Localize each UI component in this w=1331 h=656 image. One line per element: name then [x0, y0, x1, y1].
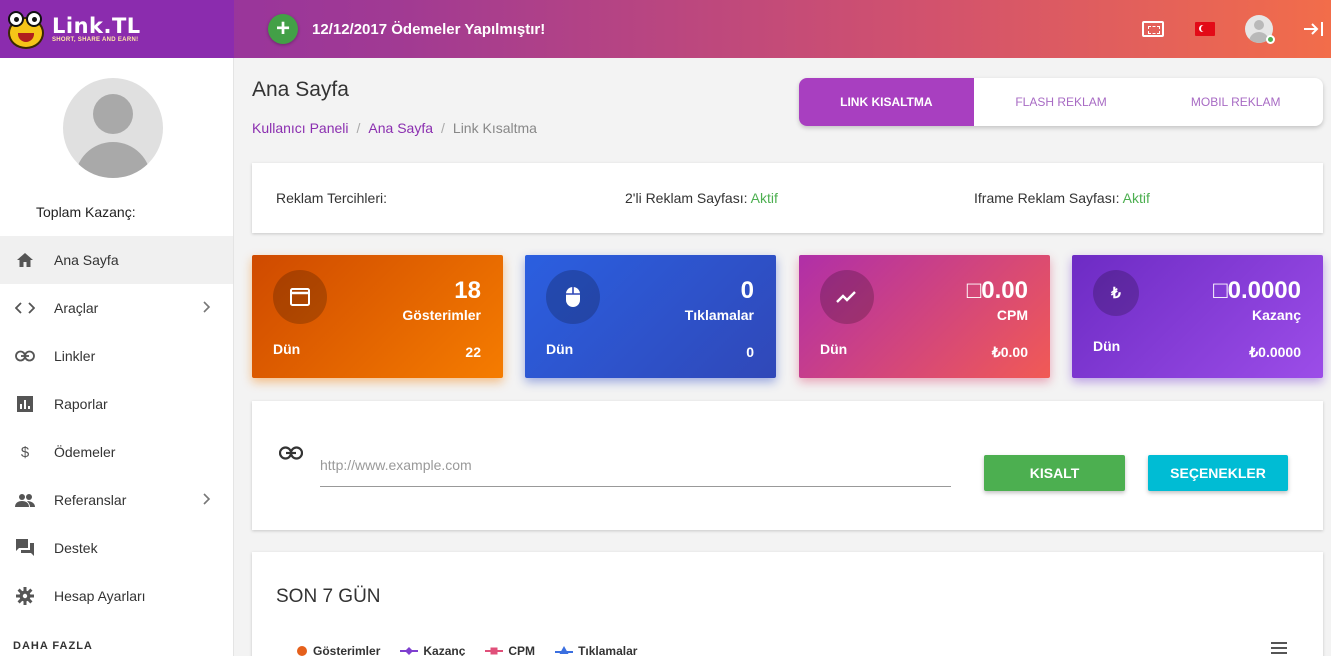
sidebar-item-destek[interactable]: Destek [0, 524, 233, 572]
window-icon [273, 270, 327, 324]
dollar-icon: $ [20, 443, 30, 461]
stat-card-impressions: 18 Gösterimler Dün 22 [252, 255, 503, 378]
sidebar-item-raporlar[interactable]: Raporlar [0, 380, 233, 428]
main-content: Ana Sayfa Kullanıcı Paneli / Ana Sayfa / Lin… [234, 58, 1331, 656]
chart-menu-icon[interactable] [1271, 642, 1287, 654]
stat-yesterday-label: Dün [273, 341, 301, 357]
stat-yesterday-value: 0 [746, 344, 754, 360]
diamond-marker-icon [400, 647, 419, 655]
mouse-icon [546, 270, 600, 324]
link-shorten-card: KISALT SEÇENEKLER [252, 401, 1323, 530]
people-icon [15, 490, 35, 510]
stat-label: Tıklamalar [684, 307, 754, 323]
stat-card-clicks: 0 Tıklamalar Dün 0 [525, 255, 776, 378]
sidebar-item-label: Destek [54, 540, 98, 556]
stat-label: CPM [996, 307, 1028, 323]
stat-value: □0.00 [966, 277, 1028, 304]
chevron-right-icon [203, 300, 211, 316]
tab-flash-reklam[interactable]: FLASH REKLAM [974, 78, 1149, 126]
sidebar-item-odemeler[interactable]: $ Ödemeler [0, 428, 233, 476]
page-title: Ana Sayfa [252, 78, 349, 101]
breadcrumb-current: Link Kısaltma [452, 120, 537, 136]
link-icon [15, 346, 35, 366]
code-icon [15, 298, 35, 318]
sidebar-item-label: Raporlar [54, 396, 108, 412]
stat-yesterday-value: ₺0.00 [991, 344, 1028, 360]
breadcrumb-panel[interactable]: Kullanıcı Paneli [252, 120, 349, 136]
forum-icon [15, 538, 35, 558]
tab-mobil-reklam[interactable]: MOBIL REKLAM [1148, 78, 1323, 126]
url-input[interactable] [320, 447, 951, 487]
sidebar-item-label: Hesap Ayarları [54, 588, 146, 604]
iframe-ad-status: Iframe Reklam Sayfası: Aktif [974, 190, 1150, 206]
sidebar-item-hesap-ayarlari[interactable]: Hesap Ayarları [0, 572, 233, 620]
sidebar: Toplam Kazanç: Ana Sayfa Araçlar Linkler… [0, 58, 234, 656]
trending-icon [820, 270, 874, 324]
home-icon [15, 250, 35, 270]
profile-avatar[interactable] [63, 78, 163, 178]
sidebar-nav: Ana Sayfa Araçlar Linkler Raporlar $ Öde… [0, 236, 233, 620]
stat-value: □0.0000 [1213, 277, 1301, 304]
turkey-flag-icon[interactable] [1195, 22, 1215, 36]
sidebar-item-label: Referanslar [54, 492, 127, 508]
sidebar-item-label: Araçlar [54, 300, 99, 316]
online-status-dot [1266, 35, 1275, 44]
bar-chart-icon [15, 394, 35, 414]
chart-title: SON 7 GÜN [276, 586, 381, 607]
gear-icon [15, 586, 35, 606]
square-marker-icon [485, 647, 504, 655]
stat-yesterday-value: 22 [465, 344, 481, 360]
ad-type-tabs: LINK KISALTMA FLASH REKLAM MOBIL REKLAM [799, 78, 1323, 126]
logout-icon[interactable] [1303, 21, 1325, 37]
stat-value: 18 [454, 277, 481, 304]
brand-tagline: SHORT, SHARE AND EARN! [52, 37, 139, 43]
stat-card-cpm: □0.00 CPM Dün ₺0.00 [799, 255, 1050, 378]
stat-yesterday-label: Dün [1093, 338, 1121, 354]
options-button[interactable]: SEÇENEKLER [1148, 455, 1288, 491]
stat-label: Kazanç [1251, 307, 1301, 323]
circle-marker-icon [297, 646, 307, 656]
tab-link-kisaltma[interactable]: LINK KISALTMA [799, 78, 974, 126]
brand-logo[interactable]: Link.TL SHORT, SHARE AND EARN! [0, 0, 234, 58]
sidebar-item-label: Ödemeler [54, 444, 116, 460]
sidebar-item-linkler[interactable]: Linkler [0, 332, 233, 380]
stat-yesterday-label: Dün [820, 341, 848, 357]
legend-item-gosterimler[interactable]: Gösterimler [296, 644, 380, 656]
legend-item-cpm[interactable]: CPM [485, 644, 535, 656]
sidebar-item-araclar[interactable]: Araçlar [0, 284, 233, 332]
announcement-text: 12/12/2017 Ödemeler Yapılmıştır! [312, 20, 546, 38]
link-icon [279, 446, 303, 460]
fullscreen-icon[interactable] [1142, 21, 1164, 37]
ad-preferences-card: Reklam Tercihleri: 2'li Reklam Sayfası: … [252, 163, 1323, 233]
sidebar-item-referanslar[interactable]: Referanslar [0, 476, 233, 524]
two-page-ad-status: 2'li Reklam Sayfası: Aktif [625, 190, 778, 206]
last-7-days-chart-card: SON 7 GÜN Gösterimler Kazanç CPM Tıklama… [252, 552, 1323, 656]
lira-icon: ₺ [1093, 270, 1139, 316]
stat-yesterday-value: ₺0.0000 [1249, 344, 1301, 360]
shorten-button[interactable]: KISALT [984, 455, 1125, 491]
brand-name: Link.TL [52, 14, 141, 38]
stat-value: 0 [740, 277, 754, 304]
triangle-marker-icon [555, 646, 574, 654]
breadcrumb-home[interactable]: Ana Sayfa [368, 120, 433, 136]
stat-label: Gösterimler [402, 307, 481, 323]
total-earnings-label: Toplam Kazanç: [36, 204, 136, 220]
legend-item-tiklamalar[interactable]: Tıklamalar [555, 644, 637, 656]
mascot-icon [6, 7, 46, 51]
sidebar-item-ana-sayfa[interactable]: Ana Sayfa [0, 236, 233, 284]
sidebar-item-label: Linkler [54, 348, 96, 364]
top-bar: Link.TL SHORT, SHARE AND EARN! + 12/12/2… [0, 0, 1331, 58]
legend-item-kazanc[interactable]: Kazanç [400, 644, 465, 656]
chevron-right-icon [203, 492, 211, 508]
sidebar-item-label: Ana Sayfa [54, 252, 119, 268]
stat-card-earnings: ₺ □0.0000 Kazanç Dün ₺0.0000 [1072, 255, 1323, 378]
breadcrumb: Kullanıcı Paneli / Ana Sayfa / Link Kısaltma [252, 120, 537, 136]
more-section-label: DAHA FAZLA [13, 640, 93, 652]
ad-preferences-label: Reklam Tercihleri: [276, 190, 387, 206]
chart-legend: Gösterimler Kazanç CPM Tıklamalar [296, 644, 657, 656]
stat-yesterday-label: Dün [546, 341, 574, 357]
plus-icon[interactable]: + [268, 14, 298, 44]
